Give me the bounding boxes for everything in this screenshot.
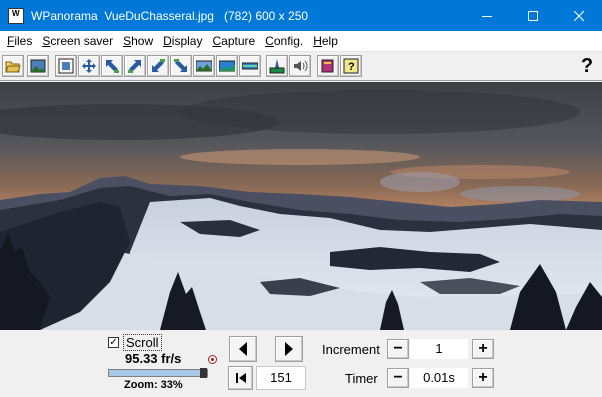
open-folder-button[interactable] bbox=[2, 55, 24, 77]
panorama-icon bbox=[196, 60, 212, 72]
arrow-downright-button[interactable] bbox=[170, 55, 192, 77]
window-controls bbox=[464, 0, 602, 31]
frame-button[interactable] bbox=[55, 55, 77, 77]
help-scroll-button[interactable]: ? bbox=[340, 55, 362, 77]
scroll-left-button[interactable] bbox=[229, 336, 257, 362]
title-bar: WPanorama VueDuChasseral.jpg (782) 600 x… bbox=[0, 0, 602, 31]
zoom-slider-fill bbox=[109, 370, 203, 376]
window-title: WPanorama VueDuChasseral.jpg (782) 600 x… bbox=[31, 8, 309, 23]
menu-label-rest: iles bbox=[14, 34, 33, 48]
maximize-button[interactable] bbox=[510, 0, 556, 31]
triangle-left-icon bbox=[239, 342, 247, 356]
sound-button[interactable] bbox=[289, 55, 311, 77]
maximize-icon bbox=[528, 10, 538, 21]
triangle-right-icon bbox=[285, 342, 293, 356]
zoom-slider[interactable] bbox=[108, 368, 208, 378]
context-help-button[interactable]: ? bbox=[576, 55, 598, 77]
timer-minus-button[interactable]: − bbox=[387, 368, 409, 388]
menu-bar: Files Screen saver Show Display Capture … bbox=[0, 31, 602, 51]
menu-label-rest: creen saver bbox=[50, 34, 114, 48]
increment-label: Increment bbox=[322, 342, 380, 357]
arrow-upleft-button[interactable] bbox=[101, 55, 123, 77]
arrow-downleft-icon bbox=[152, 59, 165, 72]
menu-config[interactable]: Config. bbox=[260, 31, 308, 51]
scroll-checkbox[interactable]: ✓ bbox=[108, 337, 119, 348]
minimize-icon bbox=[482, 15, 492, 17]
control-panel: ✓ Scroll 95.33 fr/s Zoom: 33% 151 Increm… bbox=[0, 330, 602, 397]
minimize-button[interactable] bbox=[464, 0, 510, 31]
landscape-icon bbox=[269, 59, 285, 74]
menu-accel: C bbox=[265, 34, 274, 48]
menu-capture[interactable]: Capture bbox=[207, 31, 260, 51]
timer-label: Timer bbox=[345, 371, 378, 386]
zoom-slider-thumb[interactable] bbox=[200, 368, 207, 378]
landscape-button[interactable] bbox=[266, 55, 288, 77]
menu-label-rest: how bbox=[131, 34, 154, 48]
frame-icon bbox=[58, 58, 74, 74]
panorama-image bbox=[0, 82, 602, 330]
fit-arrows-icon bbox=[82, 59, 96, 73]
strip-icon bbox=[242, 62, 258, 70]
skip-back-icon bbox=[235, 373, 246, 383]
menu-label-rest: isplay bbox=[171, 34, 203, 48]
open-folder-icon bbox=[5, 61, 21, 73]
arrow-upright-button[interactable] bbox=[124, 55, 146, 77]
increment-field[interactable]: 1 bbox=[410, 339, 468, 359]
book-icon bbox=[321, 59, 334, 73]
arrow-downleft-button[interactable] bbox=[147, 55, 169, 77]
zoom-label: Zoom: 33% bbox=[124, 379, 183, 391]
menu-accel: S bbox=[123, 34, 132, 48]
timer-plus-button[interactable]: + bbox=[472, 368, 494, 388]
arrow-upleft-icon bbox=[106, 60, 119, 73]
fit-arrows-button[interactable] bbox=[78, 55, 100, 77]
menu-accel: C bbox=[212, 34, 222, 48]
menu-show[interactable]: Show bbox=[118, 31, 158, 51]
image-button[interactable] bbox=[27, 55, 49, 77]
menu-display[interactable]: Display bbox=[158, 31, 207, 51]
close-button[interactable] bbox=[556, 0, 602, 31]
menu-label-rest: apture bbox=[221, 34, 256, 48]
strip-button[interactable] bbox=[239, 55, 261, 77]
speed-indicator-icon bbox=[208, 355, 217, 364]
go-first-button[interactable] bbox=[228, 366, 253, 390]
help-scroll-icon: ? bbox=[343, 58, 359, 74]
scroll-right-button[interactable] bbox=[275, 336, 303, 362]
svg-text:?: ? bbox=[348, 61, 355, 73]
toolbar: ? ? bbox=[0, 51, 602, 81]
panorama-view[interactable] bbox=[0, 82, 602, 330]
image-icon bbox=[30, 59, 46, 73]
scroll-label[interactable]: Scroll bbox=[123, 334, 162, 351]
close-icon bbox=[574, 10, 584, 21]
position-field[interactable]: 151 bbox=[256, 366, 306, 390]
menu-screen-saver[interactable]: Screen saver bbox=[37, 31, 118, 51]
menu-files[interactable]: Files bbox=[2, 31, 37, 51]
book-button[interactable] bbox=[317, 55, 339, 77]
arrow-upright-icon bbox=[128, 60, 141, 73]
menu-label-rest: elp bbox=[321, 34, 338, 48]
speaker-icon bbox=[294, 60, 308, 72]
timer-field[interactable]: 0.01s bbox=[410, 368, 468, 388]
increment-plus-button[interactable]: + bbox=[472, 339, 494, 359]
menu-help[interactable]: Help bbox=[308, 31, 343, 51]
speed-readout: 95.33 fr/s bbox=[125, 351, 182, 366]
increment-minus-button[interactable]: − bbox=[387, 339, 409, 359]
app-icon[interactable] bbox=[8, 7, 24, 24]
menu-label-rest: onfig. bbox=[273, 34, 304, 48]
menu-accel: H bbox=[313, 34, 322, 48]
panorama-blue-icon bbox=[219, 60, 235, 72]
menu-accel: D bbox=[163, 34, 172, 48]
panorama-button[interactable] bbox=[193, 55, 215, 77]
panorama-blue-button[interactable] bbox=[216, 55, 238, 77]
arrow-downright-icon bbox=[174, 59, 187, 72]
